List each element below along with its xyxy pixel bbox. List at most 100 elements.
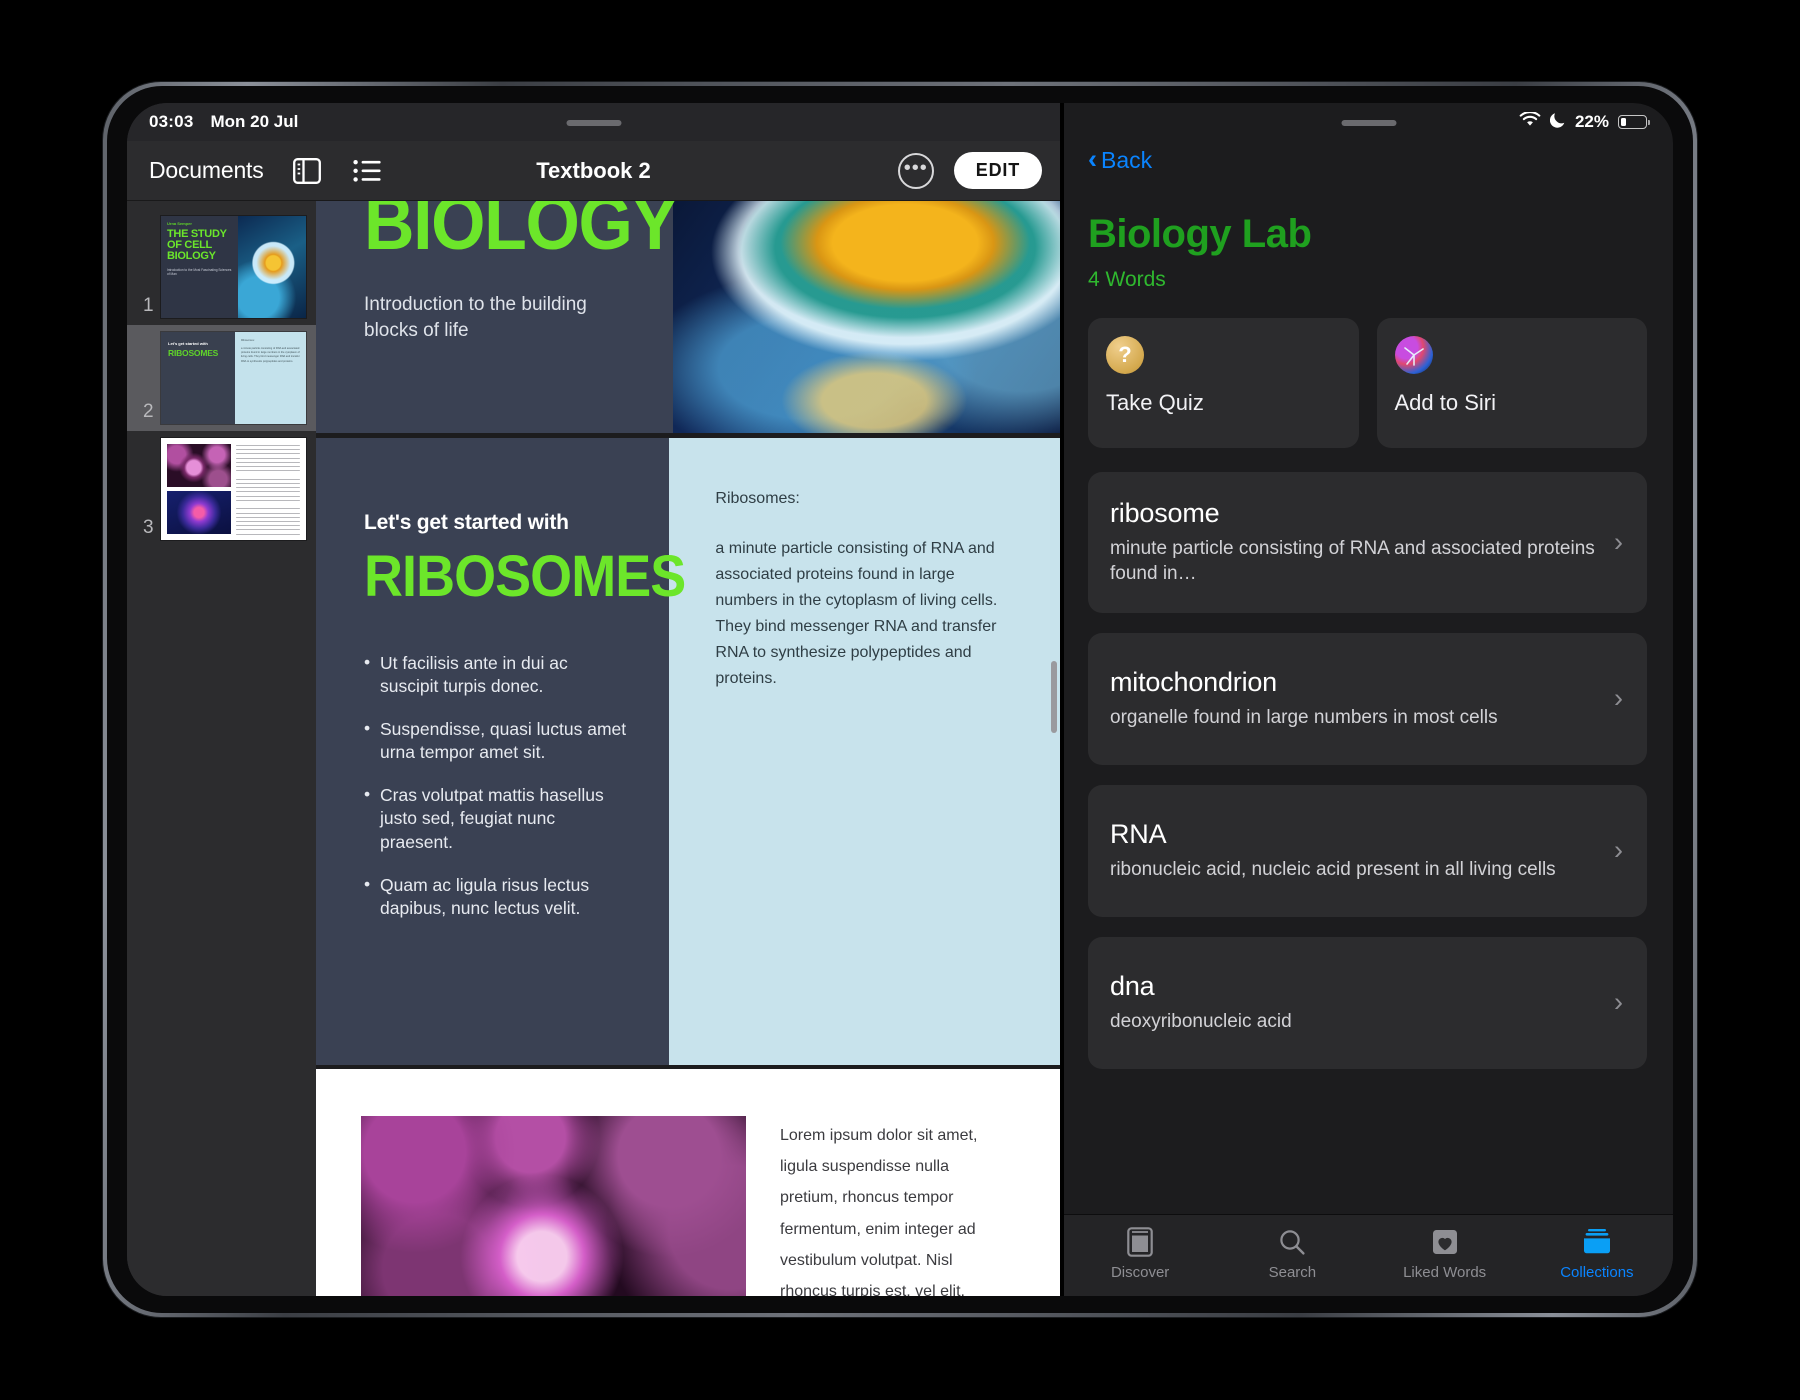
collection-title: Biology Lab [1088, 212, 1312, 256]
bottom-tab-bar: Discover Search Liked Words Collections [1064, 1214, 1673, 1296]
word-term: mitochondrion [1110, 667, 1277, 698]
chevron-right-icon: › [1614, 835, 1623, 866]
list-item[interactable]: dna deoxyribonucleic acid › [1088, 936, 1647, 1069]
tab-label: Search [1268, 1264, 1317, 1281]
tab-label: Collections [1560, 1264, 1634, 1281]
split-view-grabber[interactable] [566, 120, 621, 126]
document-area: 1 Urna Semper THE STUDY OF CELL BIOLOGY … [127, 201, 1060, 1296]
add-to-siri-label: Add to Siri [1394, 390, 1497, 415]
ribosomes-kicker: Let's get started with [364, 511, 569, 534]
thumbnail-page-2[interactable]: 2 Let's get started with RIBOSOMES Ribos… [127, 325, 316, 431]
tab-liked-words[interactable]: Liked Words [1369, 1226, 1521, 1281]
note-body: a minute particle consisting of RNA and … [715, 540, 998, 687]
list-view-icon[interactable] [350, 154, 384, 188]
tab-label: Discover [1110, 1264, 1170, 1281]
moon-icon [1549, 111, 1566, 133]
documents-back-button[interactable]: Documents [149, 157, 264, 184]
thumb-note-panel: Ribosomes: a minute particle consisting o… [234, 332, 306, 424]
thumb-text-lines [235, 444, 300, 534]
page-thumbnails-rail[interactable]: 1 Urna Semper THE STUDY OF CELL BIOLOGY … [127, 201, 316, 1296]
thumbnail-number: 3 [143, 517, 154, 538]
chevron-right-icon: › [1614, 987, 1623, 1018]
tab-search[interactable]: Search [1216, 1226, 1368, 1281]
wifi-icon [1519, 110, 1541, 133]
photos-paragraph: Lorem ipsum dolor sit amet, ligula suspe… [780, 1127, 978, 1296]
thumb-cover-photo [237, 216, 306, 318]
status-date: Mon 20 Jul [210, 112, 299, 131]
toolbar-right-group: ••• EDIT [897, 152, 1042, 189]
status-time: 03:03 [149, 112, 194, 131]
ipad-device-frame: 03:03 Mon 20 Jul Documents Textbook 2 ••… [103, 82, 1697, 1317]
word-term: dna [1110, 971, 1155, 1002]
chevron-right-icon: › [1614, 683, 1623, 714]
word-definition: organelle found in large numbers in most… [1110, 707, 1498, 729]
note-heading: Ribosomes: [715, 490, 800, 507]
documents-app-window: 03:03 Mon 20 Jul Documents Textbook 2 ••… [127, 103, 1060, 1296]
document-page-canvas[interactable]: BIOLOGY Introduction to the building blo… [316, 201, 1060, 1296]
word-list[interactable]: ribosome minute particle consisting of R… [1064, 448, 1673, 1214]
question-mark-icon: ? [1106, 336, 1144, 374]
list-item: Quam ac ligula risus lectus dapibus, nun… [364, 873, 629, 920]
thumbnail-image: Urna Semper THE STUDY OF CELL BIOLOGY In… [161, 216, 306, 318]
take-quiz-button[interactable]: ? Take Quiz [1088, 318, 1359, 448]
page-cover: BIOLOGY Introduction to the building blo… [316, 201, 1060, 433]
edit-button[interactable]: EDIT [953, 152, 1042, 189]
list-item: Suspendisse, quasi luctus amet urna temp… [364, 717, 629, 764]
ribosomes-bullet-list: Ut facilisis ante in dui ac suscipit tur… [364, 651, 669, 920]
word-definition: minute particle consisting of RNA and as… [1110, 538, 1595, 585]
document-scrollbar[interactable] [1051, 661, 1057, 733]
page-photos: Lorem ipsum dolor sit amet, ligula suspe… [316, 1069, 1060, 1296]
list-item: Cras volutpat mattis hasellus justo sed,… [364, 783, 629, 853]
thumb-title: RIBOSOMES [168, 348, 219, 358]
thumb-subtitle: Introduction to the Most Fascinating Sci… [167, 267, 232, 277]
screen: 03:03 Mon 20 Jul Documents Textbook 2 ••… [127, 103, 1673, 1296]
list-item[interactable]: RNA ribonucleic acid, nucleic acid prese… [1088, 784, 1647, 917]
cells-magenta-image [361, 1116, 746, 1296]
battery-percent-label: 22% [1574, 112, 1609, 131]
chevron-right-icon: › [1614, 526, 1623, 557]
word-term: ribosome [1110, 498, 1220, 528]
device-bezel: 03:03 Mon 20 Jul Documents Textbook 2 ••… [107, 86, 1693, 1313]
tab-discover[interactable]: Discover [1064, 1226, 1216, 1281]
left-status-bar: 03:03 Mon 20 Jul [127, 103, 1060, 141]
back-label: Back [1101, 147, 1153, 173]
dictionary-app-window: 22% ‹ Back Biology Lab 4 Words ? Take Qu… [1060, 103, 1673, 1296]
word-term: RNA [1110, 819, 1167, 850]
cell-microscope-image [673, 201, 1060, 433]
right-status-bar: 22% [1064, 103, 1673, 141]
thumbnail-image: Let's get started with RIBOSOMES Ribosom… [161, 332, 306, 424]
tab-collections[interactable]: Collections [1521, 1226, 1673, 1281]
cover-subtitle: Introduction to the building blocks of l… [364, 293, 587, 341]
list-item: Ut facilisis ante in dui ac suscipit tur… [364, 651, 629, 698]
action-buttons-row: ? Take Quiz Add to Siri [1064, 292, 1673, 448]
add-to-siri-button[interactable]: Add to Siri [1376, 318, 1647, 448]
book-icon [1127, 1226, 1153, 1257]
thumbnail-page-3[interactable]: 3 [127, 431, 316, 547]
search-icon [1278, 1226, 1306, 1257]
documents-toolbar: Documents Textbook 2 ••• EDIT [127, 141, 1060, 201]
tab-label: Liked Words [1403, 1264, 1487, 1281]
collections-folder-icon [1581, 1226, 1613, 1257]
battery-icon [1618, 115, 1650, 129]
more-ellipsis-icon[interactable]: ••• [897, 152, 934, 189]
split-view-grabber-right[interactable] [1341, 120, 1396, 126]
thumbnail-number: 2 [143, 401, 154, 422]
list-item[interactable]: ribosome minute particle consisting of R… [1088, 472, 1647, 613]
thumb-eyebrow: Urna Semper [167, 221, 192, 226]
list-item[interactable]: mitochondrion organelle found in large n… [1088, 632, 1647, 765]
thumbnail-image [161, 438, 306, 540]
screenshot-root: 03:03 Mon 20 Jul Documents Textbook 2 ••… [0, 0, 1800, 1400]
take-quiz-label: Take Quiz [1106, 390, 1204, 415]
sidebar-toggle-icon[interactable] [290, 154, 324, 188]
thumbnail-number: 1 [143, 295, 154, 316]
ribosomes-title: RIBOSOMES [364, 544, 686, 609]
word-definition: ribonucleic acid, nucleic acid present i… [1110, 859, 1556, 881]
cover-title: BIOLOGY [364, 201, 678, 266]
back-button[interactable]: ‹ Back [1088, 146, 1647, 174]
ribosomes-note-panel: Ribosomes: a minute particle consisting … [669, 438, 1060, 1065]
collection-word-count: 4 Words [1088, 268, 1166, 291]
thumbnail-page-1[interactable]: 1 Urna Semper THE STUDY OF CELL BIOLOGY … [127, 209, 316, 325]
thumb-photo-top [167, 444, 231, 487]
status-indicators: 22% [1519, 110, 1650, 133]
thumb-title: THE STUDY OF CELL BIOLOGY [167, 228, 227, 263]
